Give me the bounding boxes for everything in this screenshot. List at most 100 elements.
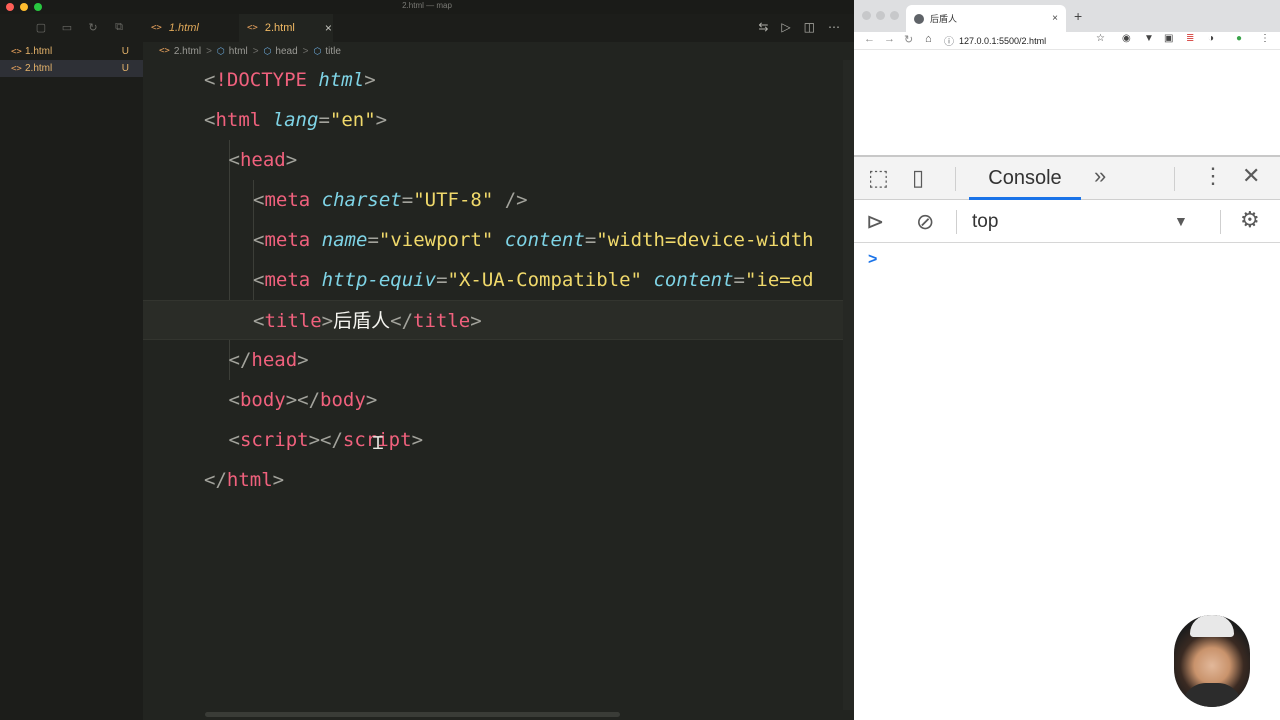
run-icon[interactable]: ▷	[781, 20, 790, 34]
maximize-window-button[interactable]	[890, 11, 899, 20]
explorer-file-2[interactable]: <> 2.html U	[0, 60, 143, 77]
code-area[interactable]: <!DOCTYPE html> <html lang="en"> <head> <me…	[143, 60, 854, 710]
kebab-menu-icon[interactable]: ⋮	[1202, 163, 1224, 189]
element-icon: ⬡	[313, 45, 322, 56]
code-line[interactable]: <meta http-equiv="X-UA-Compatible" conte…	[143, 260, 854, 300]
device-toolbar-icon[interactable]: ▯	[912, 165, 924, 191]
code-token: =	[584, 229, 597, 251]
gear-icon[interactable]: ⚙	[1240, 207, 1260, 233]
split-editor-icon[interactable]: ◫	[804, 20, 815, 34]
browser-tabbar: 后盾人 × +	[854, 0, 1280, 32]
explorer-file-1[interactable]: <> 1.html U	[0, 43, 143, 60]
browser-tab[interactable]: 后盾人 ×	[906, 5, 1066, 32]
code-token: body	[320, 389, 366, 411]
code-line[interactable]: <!DOCTYPE html>	[143, 60, 854, 100]
extension-icon[interactable]: ◉	[1122, 33, 1131, 44]
collapse-all-icon[interactable]: ⧉	[112, 21, 126, 34]
code-token: script	[239, 429, 309, 451]
inspect-element-icon[interactable]: ⬚	[868, 165, 889, 191]
code-token: =	[367, 229, 379, 251]
code-line[interactable]: <title>后盾人</title>	[143, 300, 854, 340]
html-file-icon: <>	[151, 23, 162, 33]
explorer-toolbar: ▢ ▭ ↻ ⧉	[34, 21, 126, 34]
page-viewport[interactable]	[854, 51, 1280, 155]
home-icon[interactable]: ⌂	[925, 33, 932, 45]
extension-icon[interactable]: ▣	[1164, 33, 1173, 44]
more-tabs-icon[interactable]: »	[1094, 163, 1106, 189]
code-token: =	[436, 269, 448, 291]
context-selector[interactable]: top	[972, 201, 998, 243]
presenter-shirt	[1182, 683, 1242, 707]
editor-actions: ⇆ ▷ ◫ ⋯	[758, 20, 840, 34]
code-token: "X-UA-Compatible"	[447, 269, 642, 291]
console-toolbar: ⊳ ⊘ top ▼ ⚙	[854, 201, 1280, 243]
code-token: >	[365, 389, 378, 411]
breadcrumb-item[interactable]: title	[325, 46, 341, 57]
close-window-button[interactable]	[862, 11, 871, 20]
screen: 2.html — map ▢ ▭ ↻ ⧉ <> 1.html U <> 2.ht…	[0, 0, 1280, 720]
minimize-window-button[interactable]	[876, 11, 885, 20]
code-line[interactable]: <head>	[143, 140, 854, 180]
breadcrumb-item[interactable]: head	[275, 46, 297, 57]
close-tab-icon[interactable]: ×	[1052, 13, 1058, 24]
reload-icon[interactable]: ↻	[904, 33, 913, 46]
forward-icon[interactable]: →	[884, 33, 895, 45]
address-bar[interactable]: ⓘ 127.0.0.1:5500/2.html	[944, 33, 1114, 49]
browser-menu-icon[interactable]: ⋮	[1260, 33, 1270, 44]
code-token: html	[215, 109, 262, 131]
code-token: ></	[308, 429, 343, 451]
window-titlebar: 2.html — map	[0, 0, 854, 14]
profile-avatar-icon[interactable]: ●	[1236, 33, 1242, 44]
text-cursor-icon: Ɪ	[373, 433, 384, 453]
code-token: />	[504, 189, 528, 211]
new-tab-button[interactable]: +	[1074, 8, 1082, 24]
code-token: "en"	[329, 109, 376, 131]
tab-console[interactable]: Console	[969, 157, 1081, 200]
new-folder-icon[interactable]: ▭	[60, 21, 74, 34]
code-line[interactable]: <meta charset="UTF-8" />	[143, 180, 854, 220]
info-icon[interactable]: ⓘ	[944, 33, 954, 48]
close-devtools-icon[interactable]: ✕	[1242, 163, 1260, 189]
close-tab-icon[interactable]: ×	[325, 21, 332, 35]
back-icon[interactable]: ←	[864, 33, 875, 45]
extension-icon[interactable]: ≣	[1186, 33, 1194, 44]
code-token: >	[285, 149, 298, 171]
code-token: <	[253, 269, 265, 291]
code-token: ></	[285, 389, 321, 411]
tab-2-html[interactable]: <> 2.html ×	[239, 14, 333, 42]
code-token: </	[228, 349, 252, 371]
horizontal-scrollbar[interactable]	[205, 712, 620, 717]
code-token: "viewport"	[378, 229, 494, 251]
code-line[interactable]: </html>	[143, 460, 854, 500]
code-line[interactable]: </head>	[143, 340, 854, 380]
console-prompt[interactable]: >	[868, 251, 877, 269]
more-actions-icon[interactable]: ⋯	[828, 20, 840, 34]
code-line[interactable]: <script></script>	[143, 420, 854, 460]
source-control-icon[interactable]: ⇆	[758, 20, 768, 34]
extension-icon[interactable]: ▼	[1144, 33, 1154, 44]
code-token: =	[401, 189, 414, 211]
extension-icon[interactable]: ◑	[1208, 33, 1214, 44]
refresh-icon[interactable]: ↻	[86, 21, 100, 34]
editor-scrollbar[interactable]	[843, 60, 854, 710]
breadcrumb-item[interactable]: html	[229, 46, 248, 57]
new-file-icon[interactable]: ▢	[34, 21, 48, 34]
bookmark-star-icon[interactable]: ☆	[1096, 33, 1105, 44]
window-title: 2.html — map	[402, 1, 452, 10]
clear-console-icon[interactable]: ⊘	[916, 209, 934, 235]
code-token: <	[253, 229, 265, 251]
breadcrumb-item[interactable]: 2.html	[174, 46, 201, 57]
code-line[interactable]: <html lang="en">	[143, 100, 854, 140]
code-line[interactable]: <body></body>	[143, 380, 854, 420]
tab-1-html[interactable]: <> 1.html	[151, 14, 239, 42]
show-sidebar-icon[interactable]: ⊳	[866, 209, 884, 235]
code-line[interactable]: <meta name="viewport" content="width=dev…	[143, 220, 854, 260]
code-token: <	[204, 109, 216, 131]
code-token: <	[228, 389, 240, 411]
chevron-down-icon[interactable]: ▼	[1174, 213, 1188, 229]
url-text: 127.0.0.1:5500/2.html	[959, 35, 1047, 46]
